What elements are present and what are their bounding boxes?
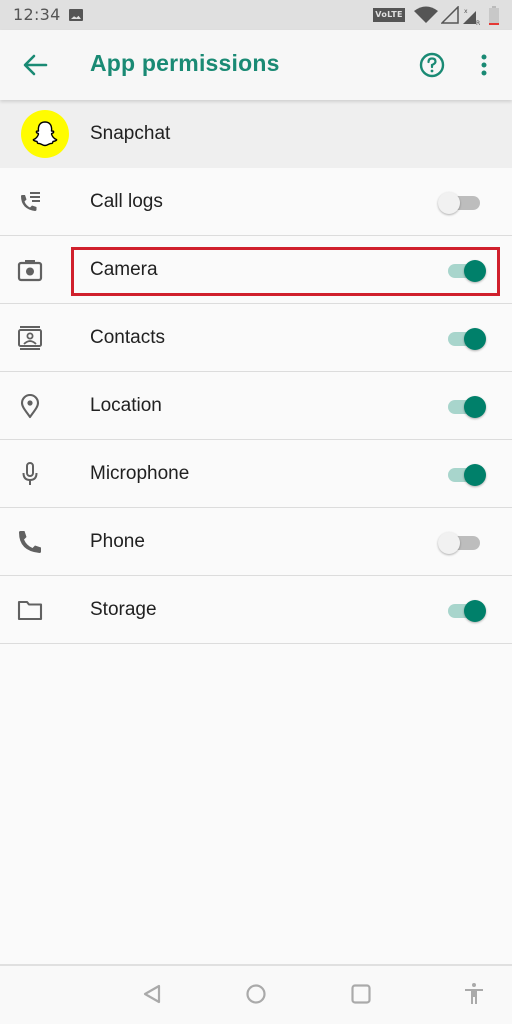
permission-toggle-phone[interactable] [438,532,490,554]
toggle-thumb [464,328,486,350]
svg-text:R: R [476,20,480,26]
arrow-back-icon[interactable] [22,53,48,77]
permission-toggle-camera[interactable] [438,260,490,282]
permission-label: Contacts [90,327,165,348]
toggle-thumb [438,192,460,214]
folder-icon [17,600,43,621]
accessibility-icon[interactable] [462,982,486,1006]
permission-list: Call logs Camera Contacts Location Micro… [0,168,512,644]
back-triangle-icon[interactable] [140,982,164,1006]
call-log-icon [21,192,40,211]
status-time: 12:34 [13,5,61,24]
battery-low-icon [489,6,499,25]
app-header: Snapchat [0,100,512,168]
wifi-icon [414,6,438,23]
permission-row-contacts[interactable]: Contacts [0,304,512,372]
svg-text:x: x [464,8,468,15]
app-bar: App permissions [0,30,512,100]
toggle-thumb [464,396,486,418]
permission-toggle-storage[interactable] [438,600,490,622]
microphone-icon [22,462,38,485]
page-title: App permissions [90,50,280,76]
permission-row-microphone[interactable]: Microphone [0,440,512,508]
signal-roaming-icon: x R [463,8,480,26]
permission-toggle-call-logs[interactable] [438,192,490,214]
gallery-icon [69,9,83,21]
system-nav-bar [0,964,512,1024]
permission-row-call-logs[interactable]: Call logs [0,168,512,236]
permission-row-phone[interactable]: Phone [0,508,512,576]
phone-icon [19,531,41,553]
recents-square-icon[interactable] [349,982,373,1006]
help-circle-icon[interactable] [419,52,445,78]
toggle-thumb [438,532,460,554]
signal-icon [441,6,459,24]
permission-label: Phone [90,531,145,552]
permission-toggle-location[interactable] [438,396,490,418]
permission-label: Storage [90,599,157,620]
contacts-icon [18,326,42,350]
permission-toggle-microphone[interactable] [438,464,490,486]
permission-label: Microphone [90,463,190,484]
more-vert-icon[interactable] [476,52,492,78]
permission-row-storage[interactable]: Storage [0,576,512,644]
toggle-thumb [464,260,486,282]
permission-row-camera[interactable]: Camera [0,236,512,304]
camera-icon [17,260,43,282]
volte-icon: VoLTE [373,8,405,22]
status-bar: 12:34 VoLTE x R [0,0,512,30]
permission-row-location[interactable]: Location [0,372,512,440]
location-icon [20,394,40,419]
permission-toggle-contacts[interactable] [438,328,490,350]
permission-label: Call logs [90,191,163,212]
toggle-thumb [464,600,486,622]
toggle-thumb [464,464,486,486]
snapchat-logo-icon [21,110,69,158]
app-name: Snapchat [90,123,171,144]
home-circle-icon[interactable] [244,982,268,1006]
permission-label: Camera [90,259,158,280]
permission-label: Location [90,395,162,416]
